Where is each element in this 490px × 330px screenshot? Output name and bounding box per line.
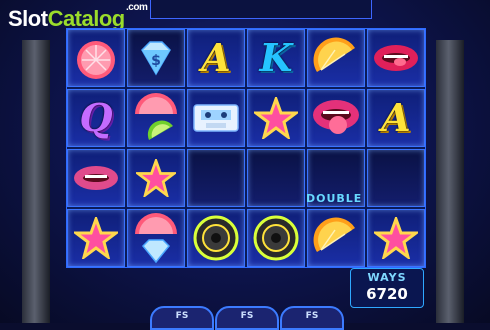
ways-label: WAYS [367,271,407,284]
cabinet-frame-left [22,40,50,323]
cabinet-frame-right [436,40,464,323]
double-label: DOUBLE [306,192,363,205]
symbol-speaker [187,209,245,267]
symbol-lips-big-tongue [307,89,365,147]
symbol-grapefruit-lime [127,89,185,147]
watermark-part1: Slot [8,6,48,31]
symbol-letter-a: A [187,29,245,87]
fs-button-3[interactable]: FS [280,306,344,330]
reel-grid: $ A K Q A [66,28,426,268]
symbol-grapefruit [67,29,125,87]
empty-cell [187,149,245,207]
top-panel [150,0,372,19]
symbol-grapefruit-diamond [127,209,185,267]
symbol-lips-pink [67,149,125,207]
svg-text:$: $ [151,53,161,69]
symbol-orange [307,29,365,87]
symbol-speaker [247,209,305,267]
symbol-cassette [187,89,245,147]
watermark-suffix: .com [126,2,148,13]
empty-cell [367,149,425,207]
symbol-star [127,149,185,207]
letter-a-text: A [201,35,231,80]
symbol-orange-slice [307,209,365,267]
fs-button-1[interactable]: FS [150,306,214,330]
ways-value: 6720 [366,285,408,303]
symbol-letter-k: K [247,29,305,87]
symbol-letter-q: Q [67,89,125,147]
letter-a2-text: A [381,95,411,140]
empty-cell [247,149,305,207]
letter-q-text: Q [79,95,113,140]
letter-k-text: K [259,35,293,80]
symbol-star [67,209,125,267]
symbol-letter-a-yellow: A [367,89,425,147]
ways-counter: WAYS 6720 [350,268,424,308]
symbol-star [247,89,305,147]
fs-button-2[interactable]: FS [215,306,279,330]
symbol-star [367,209,425,267]
symbol-diamond: $ [127,29,185,87]
symbol-lips-tongue [367,29,425,87]
